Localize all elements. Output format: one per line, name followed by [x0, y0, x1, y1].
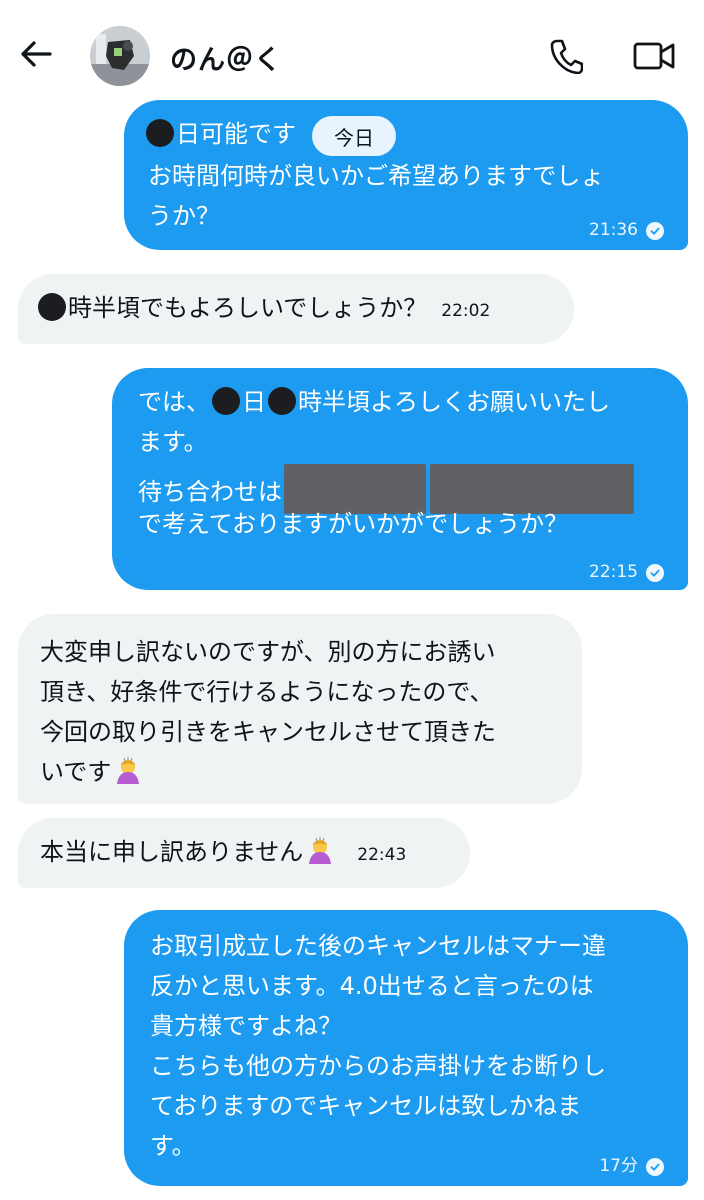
back-button[interactable] — [14, 32, 58, 76]
message-time: 22:15 — [589, 562, 638, 582]
message-text: 本当に申し訳ありません — [40, 838, 304, 866]
message-text: 日可能です — [176, 120, 296, 148]
call-button[interactable] — [542, 34, 590, 78]
message-time: 22:02 — [441, 301, 491, 321]
message-text: お時間何時が良いかご希望ありますでしょ — [148, 162, 605, 190]
message-bubble-received[interactable]: 時半頃でもよろしいでしょうか？ 22:02 — [18, 274, 574, 344]
person-bowing-emoji — [117, 757, 140, 784]
person-bowing-emoji — [309, 837, 332, 864]
message-text: では、 — [138, 388, 210, 416]
avatar-photo — [90, 26, 150, 86]
redaction-dot — [212, 387, 240, 415]
message-bubble-received[interactable]: 本当に申し訳ありません 22:43 — [18, 818, 470, 888]
read-check-icon — [646, 563, 664, 582]
message-text: 時半頃よろしくお願いいたし — [298, 388, 610, 416]
redaction-dot — [38, 293, 66, 321]
message-text: お取引成立した後のキャンセルはマナー違 反かと思います。4.0出せると言ったのは… — [150, 932, 606, 1160]
message-time: 17分 — [599, 1156, 638, 1176]
date-separator: 今日 — [312, 116, 396, 156]
message-bubble-sent[interactable]: では、 日 時半頃よろしくお願いいたし ます。 待ち合わせは で考えておりますがいか… — [112, 368, 688, 590]
message-text: うか？ — [148, 202, 220, 230]
video-call-button[interactable] — [626, 34, 682, 78]
conversation-header: のん＠く — [0, 0, 704, 100]
contact-name: のん＠く — [170, 45, 282, 76]
message-meta: 22:15 — [589, 554, 664, 591]
avatar[interactable] — [90, 26, 150, 86]
message-text: 待ち合わせは — [138, 478, 282, 506]
message-text: 大変申し訳ないのですが、別の方にお誘い 頂き、好条件で行けるようになったので、 … — [40, 638, 496, 786]
message-meta: 17分 — [599, 1148, 664, 1185]
message-meta: 21:36 — [589, 212, 664, 249]
read-check-icon — [646, 1157, 664, 1176]
message-bubble-received[interactable]: 大変申し訳ないのですが、別の方にお誘い 頂き、好条件で行けるようになったので、 … — [18, 614, 582, 804]
phone-icon — [550, 39, 583, 74]
redaction-dot — [146, 119, 174, 147]
message-time: 21:36 — [589, 220, 638, 240]
arrow-left-icon — [21, 41, 52, 67]
message-bubble-sent[interactable]: お取引成立した後のキャンセルはマナー違 反かと思います。4.0出せると言ったのは… — [124, 910, 688, 1186]
message-text: 時半頃でもよろしいでしょうか？ — [68, 294, 428, 322]
read-check-icon — [646, 221, 664, 240]
message-time: 22:43 — [357, 845, 407, 865]
video-camera-icon — [633, 42, 675, 70]
message-text: で考えておりますがいかがでしょうか？ — [138, 510, 569, 538]
message-text: ます。 — [138, 428, 208, 456]
redaction-dot — [268, 387, 296, 415]
message-text: 日 — [242, 388, 266, 416]
message-bubble-sent[interactable]: 日可能です お時間何時が良いかご希望ありますでしょ うか？ 21:36 — [124, 100, 688, 250]
